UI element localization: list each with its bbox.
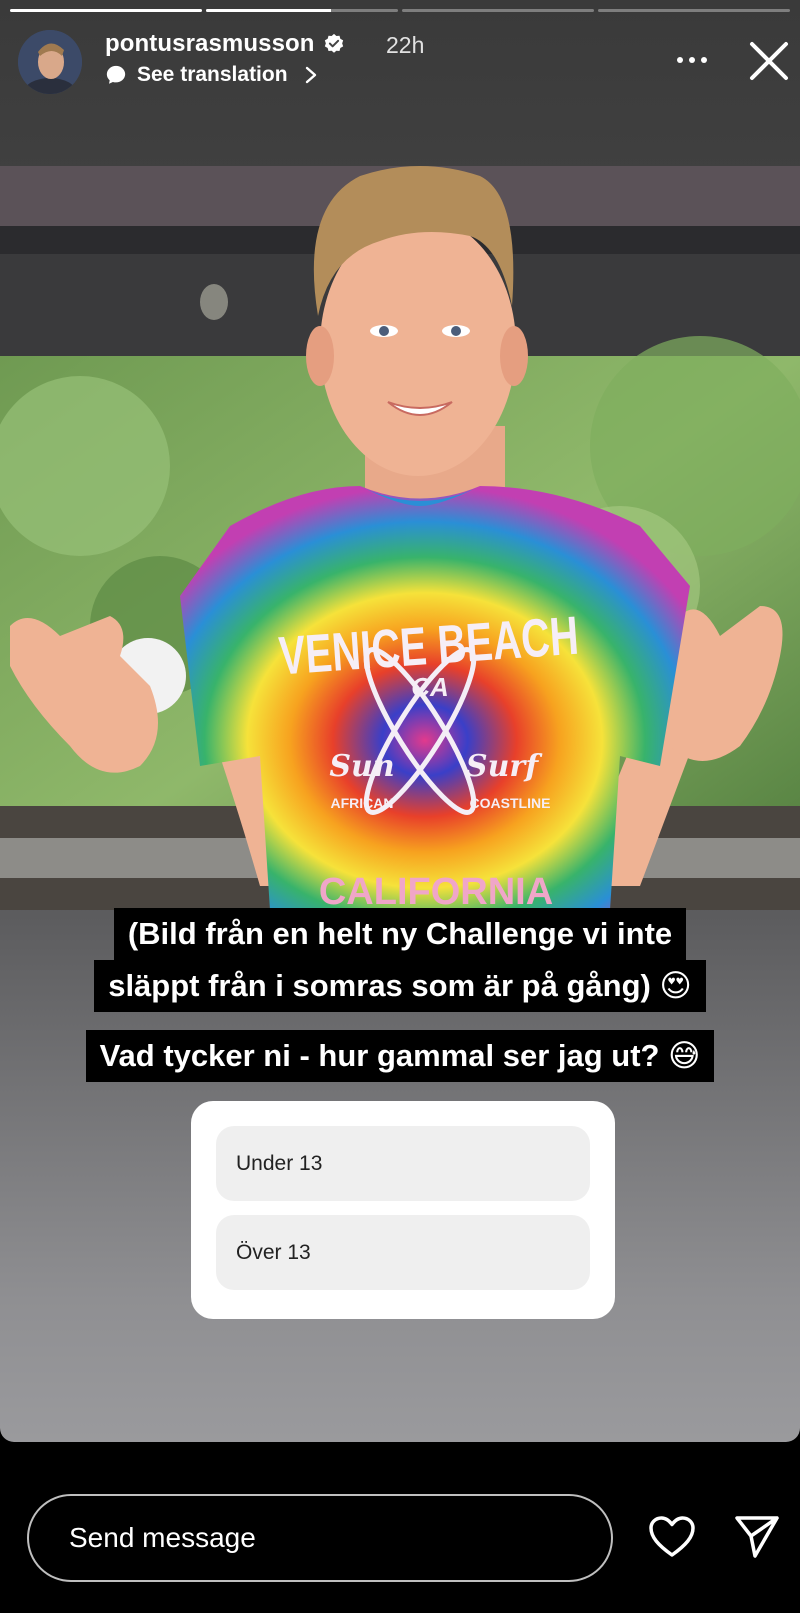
- poll-sticker: Under 13 Över 13: [191, 1101, 615, 1319]
- more-icon[interactable]: [672, 50, 712, 70]
- username-text[interactable]: pontusrasmusson: [105, 30, 315, 58]
- chevron-right-icon: [305, 66, 316, 84]
- question-text: Vad tycker ni - hur gammal ser jag ut? 😅: [85, 1030, 715, 1082]
- story-photo: VENICE BEACH CA Sun Surf AFRICAN COASTLI…: [0, 166, 800, 910]
- see-translation-label[interactable]: See translation: [137, 63, 288, 87]
- progress-fill: [206, 9, 331, 12]
- speech-bubble-icon: [106, 65, 126, 84]
- caption-line: släppt från i somras som är på gång) 😍: [94, 960, 706, 1012]
- question-caption: Vad tycker ni - hur gammal ser jag ut? 😅: [0, 1030, 800, 1082]
- poll-option-over-13[interactable]: Över 13: [216, 1215, 590, 1290]
- shirt-ca: CA: [411, 672, 449, 702]
- send-message-input[interactable]: Send message: [27, 1494, 613, 1582]
- progress-segment: [402, 9, 594, 12]
- shirt-sun: Sun: [329, 749, 394, 784]
- progress-segment: [598, 9, 790, 12]
- caption-block: (Bild från en helt ny Challenge vi inte …: [0, 908, 800, 1012]
- shirt-bottom: CALIFORNIA: [319, 871, 553, 910]
- story-username[interactable]: pontusrasmusson: [105, 30, 345, 58]
- story-viewer[interactable]: pontusrasmusson 22h See translation VENI…: [0, 0, 800, 1442]
- shirt-surf: Surf: [466, 749, 543, 784]
- avatar[interactable]: [18, 30, 82, 94]
- progress-segment: [10, 9, 202, 12]
- close-icon[interactable]: [748, 40, 790, 82]
- poll-option-under-13[interactable]: Under 13: [216, 1126, 590, 1201]
- shirt-left: AFRICAN: [331, 795, 394, 811]
- send-icon[interactable]: [733, 1512, 781, 1560]
- post-time: 22h: [386, 32, 425, 58]
- shirt-right: COASTLINE: [470, 795, 551, 811]
- heart-icon[interactable]: [648, 1515, 696, 1559]
- see-translation-button[interactable]: See translation: [105, 63, 318, 87]
- progress-fill: [10, 9, 202, 12]
- verified-badge-icon: [324, 33, 343, 53]
- progress-segment: [206, 9, 398, 12]
- caption-line: (Bild från en helt ny Challenge vi inte: [113, 908, 687, 960]
- story-progress: [10, 9, 790, 13]
